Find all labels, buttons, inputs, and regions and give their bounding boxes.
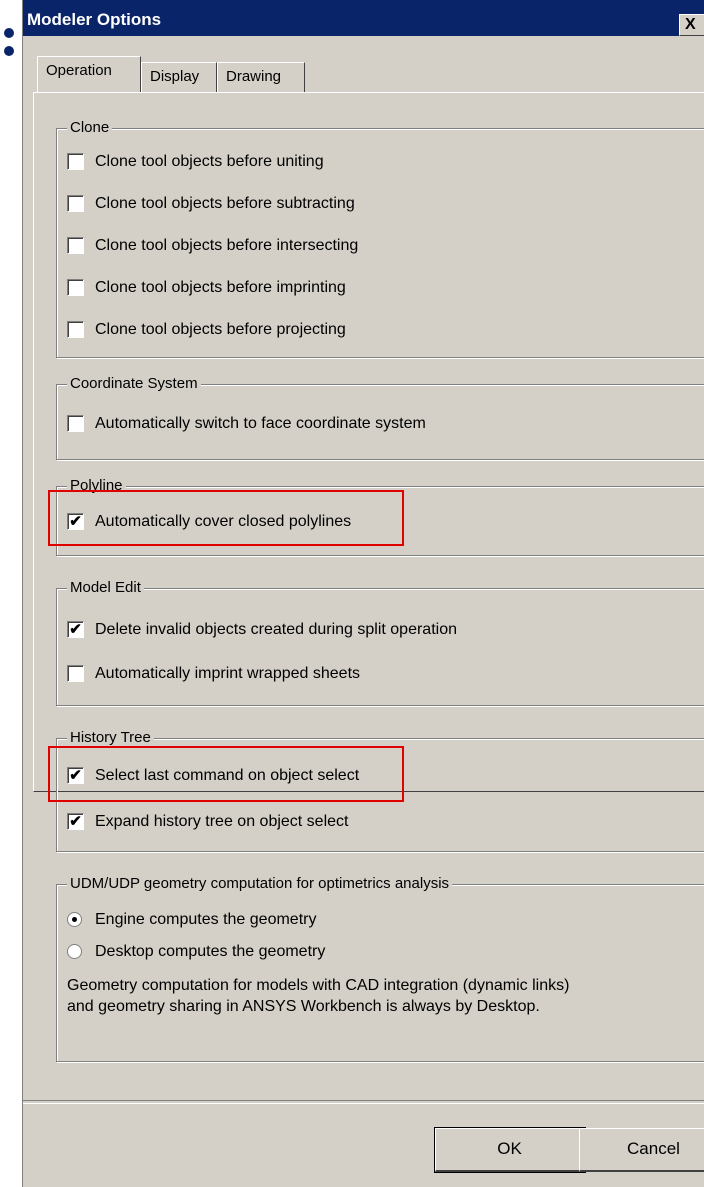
udm-note-line2: and geometry sharing in ANSYS Workbench … bbox=[67, 998, 540, 1015]
checkbox-label: Clone tool objects before subtracting bbox=[95, 195, 355, 212]
checkbox[interactable] bbox=[67, 415, 84, 432]
group-udm-udp: UDM/UDP geometry computation for optimet… bbox=[56, 874, 704, 1062]
highlight-box-polyline bbox=[48, 490, 404, 546]
checkbox-label: Clone tool objects before intersecting bbox=[95, 237, 359, 254]
checkbox[interactable] bbox=[67, 195, 84, 212]
tab-operation[interactable]: Operation bbox=[37, 56, 141, 92]
group-model-edit: Model Edit ✔ Delete invalid objects crea… bbox=[56, 578, 704, 706]
udm-note-line1: Geometry computation for models with CAD… bbox=[67, 977, 570, 994]
tab-drawing-label: Drawing bbox=[226, 68, 282, 85]
tab-display-label: Display bbox=[150, 68, 200, 85]
checkbox[interactable]: ✔ bbox=[67, 621, 84, 638]
checkbox-label: Automatically imprint wrapped sheets bbox=[95, 665, 361, 682]
group-coordinate-system: Coordinate System Automatically switch t… bbox=[56, 374, 704, 460]
radio-button[interactable] bbox=[67, 944, 82, 959]
tab-display[interactable]: Display bbox=[141, 62, 217, 92]
checkbox-label: Clone tool objects before imprinting bbox=[95, 279, 346, 296]
checkbox[interactable] bbox=[67, 279, 84, 296]
button-separator bbox=[23, 1100, 704, 1104]
checkbox-label: Automatically switch to face coordinate … bbox=[95, 415, 426, 432]
cancel-button[interactable]: Cancel bbox=[579, 1128, 704, 1172]
checkbox-label: Clone tool objects before projecting bbox=[95, 321, 346, 338]
group-coordinate-title: Coordinate System bbox=[67, 374, 201, 394]
side-marker bbox=[0, 20, 22, 60]
title-bar: Modeler Options X bbox=[23, 0, 704, 36]
highlight-box-history bbox=[48, 746, 404, 802]
radio-button[interactable] bbox=[67, 912, 82, 927]
checkbox-label: Expand history tree on object select bbox=[95, 813, 349, 830]
checkbox[interactable] bbox=[67, 153, 84, 170]
dialog-title: Modeler Options bbox=[27, 10, 162, 29]
checkbox[interactable] bbox=[67, 665, 84, 682]
group-history-title: History Tree bbox=[67, 728, 154, 748]
radio-label: Engine computes the geometry bbox=[95, 911, 317, 928]
checkbox-label: Delete invalid objects created during sp… bbox=[95, 621, 457, 638]
tab-drawing[interactable]: Drawing bbox=[217, 62, 305, 92]
group-udm-title: UDM/UDP geometry computation for optimet… bbox=[67, 874, 453, 894]
radio-label: Desktop computes the geometry bbox=[95, 943, 326, 960]
checkbox-label: Clone tool objects before uniting bbox=[95, 153, 324, 170]
ok-button[interactable]: OK bbox=[434, 1127, 586, 1173]
checkbox[interactable]: ✔ bbox=[67, 813, 84, 830]
group-model-edit-title: Model Edit bbox=[67, 578, 144, 598]
close-icon[interactable]: X bbox=[679, 14, 704, 36]
checkbox[interactable] bbox=[67, 237, 84, 254]
group-clone: Clone Clone tool objects before uniting … bbox=[56, 118, 704, 358]
checkbox[interactable] bbox=[67, 321, 84, 338]
tab-operation-label: Operation bbox=[46, 62, 112, 79]
group-clone-title: Clone bbox=[67, 118, 113, 138]
modeler-options-dialog: Modeler Options X Operation Display Draw… bbox=[22, 0, 704, 1187]
